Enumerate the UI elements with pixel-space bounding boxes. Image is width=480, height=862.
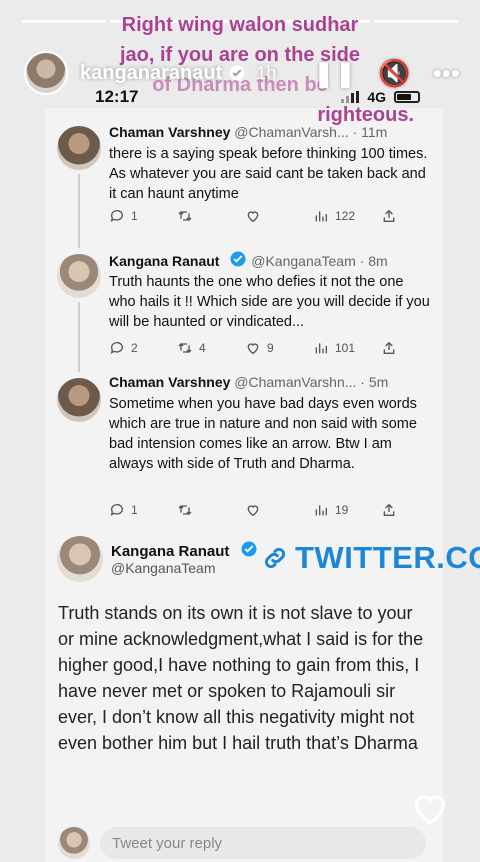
like-count: 9 [267, 341, 274, 355]
mute-icon[interactable]: 🔇 [378, 60, 410, 86]
avatar [58, 827, 90, 859]
retweet-count: 4 [199, 341, 206, 355]
reply-button[interactable]: 1 [109, 208, 177, 224]
tweet-author: Kangana Ranaut [109, 253, 220, 269]
main-tweet-handle: @KanganaTeam [111, 560, 216, 576]
views-icon [315, 211, 327, 222]
heart-icon [247, 211, 259, 223]
retweet-icon [178, 211, 192, 221]
retweet-button[interactable]: 4 [177, 340, 245, 356]
verified-badge-icon [230, 251, 246, 267]
share-icon [383, 341, 395, 354]
reply-icon [110, 342, 123, 354]
link-icon [264, 547, 286, 569]
retweet-icon [178, 343, 192, 353]
tweet-author: Chaman Varshney [109, 374, 231, 390]
retweet-button[interactable] [177, 208, 245, 224]
like-button[interactable] [245, 502, 313, 518]
tweet-item[interactable]: Chaman Varshney @ChamanVarshn... · 5m So… [45, 360, 443, 526]
main-tweet-text: Truth stands on its own it is not slave … [58, 603, 424, 753]
avatar[interactable] [57, 378, 101, 422]
avatar[interactable] [24, 51, 68, 95]
tweet-header: Kangana Ranaut @KanganaTeam · 8m [109, 250, 433, 269]
reply-bar: Tweet your reply [58, 826, 426, 860]
tweet-text: Sometime when you have bad days even wor… [109, 396, 417, 472]
caption-line: righteous. [317, 104, 414, 126]
views-icon [315, 505, 327, 516]
reply-icon [110, 504, 123, 516]
share-icon [383, 209, 395, 222]
verified-badge-icon [241, 541, 257, 557]
share-icon [383, 503, 395, 516]
heart-icon [247, 343, 259, 355]
caption-line: Right wing walon sudhar [121, 14, 359, 36]
tweet-text: there is a saying speak before thinking … [109, 146, 428, 202]
tweet-time: · 5m [360, 374, 389, 390]
view-count: 101 [335, 341, 356, 355]
like-button[interactable]: 9 [245, 340, 313, 356]
verified-badge-icon [229, 65, 245, 81]
pause-icon[interactable]: ❚❚ [313, 60, 357, 86]
avatar[interactable] [57, 536, 103, 582]
tweet-actions: 2 4 9 101 [109, 340, 423, 356]
twitter-link-sticker[interactable]: TWITTER.COM [261, 540, 480, 576]
reply-count: 1 [131, 503, 138, 517]
views-button[interactable]: 101 [313, 340, 381, 356]
tweet-handle: @KanganaTeam · 8m [251, 253, 388, 269]
reply-button[interactable]: 2 [109, 340, 177, 356]
heart-icon [247, 505, 259, 517]
view-count: 122 [335, 209, 356, 223]
retweet-button[interactable] [177, 502, 245, 518]
share-button[interactable] [381, 502, 397, 518]
main-tweet-author: Kangana Ranaut [111, 540, 258, 560]
share-button[interactable] [381, 208, 397, 224]
tweet-handle: @ChamanVarshn... [234, 374, 357, 390]
tweet-text: Truth haunts the one who defies it not t… [109, 274, 430, 330]
views-button[interactable]: 19 [313, 502, 381, 518]
reply-icon [110, 210, 123, 222]
retweet-icon [178, 505, 192, 515]
avatar[interactable] [57, 254, 101, 298]
link-text: TWITTER.COM [295, 540, 480, 575]
reply-input[interactable]: Tweet your reply [100, 827, 426, 859]
avatar[interactable] [57, 126, 101, 170]
tweet-header: Chaman Varshney @ChamanVarshn... · 5m [109, 374, 433, 390]
tweet-actions: 1 19 [109, 502, 423, 518]
like-button[interactable] [245, 208, 313, 224]
story-time: 1h [256, 62, 277, 83]
story-controls: ❚❚ 🔇 ••• [313, 60, 460, 86]
tweet-thread: Chaman Varshney @ChamanVarsh... · 11m th… [45, 108, 443, 526]
views-icon [315, 343, 327, 354]
author-name: Kangana Ranaut [111, 543, 230, 560]
like-story-heart-icon[interactable] [412, 792, 448, 826]
reply-count: 1 [131, 209, 138, 223]
views-button[interactable]: 122 [313, 208, 381, 224]
share-button[interactable] [381, 340, 397, 356]
story-viewer: 12:17 4G Chaman Varshney @ChamanVarsh...… [0, 0, 480, 862]
reply-count: 2 [131, 341, 138, 355]
story-username[interactable]: kanganaranaut [80, 62, 222, 85]
tweet-actions: 1 122 [109, 208, 423, 224]
more-icon[interactable]: ••• [433, 60, 460, 86]
story-header: kanganaranaut 1h ❚❚ 🔇 ••• [24, 51, 460, 95]
reply-button[interactable]: 1 [109, 502, 177, 518]
tweet-item[interactable]: Kangana Ranaut @KanganaTeam · 8m Truth h… [45, 236, 443, 372]
view-count: 19 [335, 503, 349, 517]
